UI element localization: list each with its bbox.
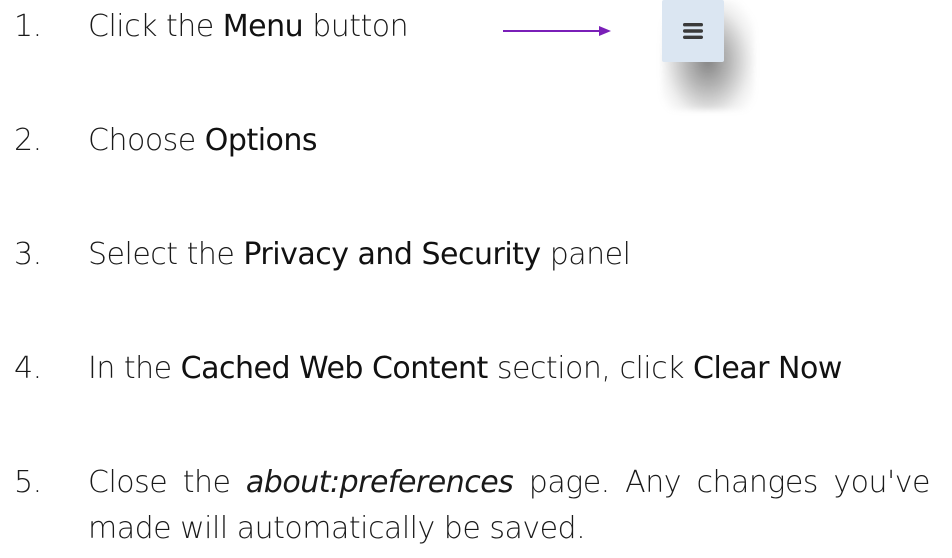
step-number: 3. xyxy=(14,237,42,272)
step-number: 4. xyxy=(14,351,42,386)
privacy-security-label: Privacy and Security xyxy=(243,237,541,272)
step-text-plain: Select the xyxy=(88,237,244,272)
step-number: 5. xyxy=(14,465,42,500)
step-text-plain: Click the xyxy=(88,9,223,44)
hamburger-menu-icon xyxy=(683,23,703,39)
clear-now-label: Clear Now xyxy=(693,351,842,386)
step-text-plain: Close the xyxy=(88,465,246,500)
step-text: Close the about:preferences page. Any ch… xyxy=(88,460,931,552)
right-arrow-icon xyxy=(503,26,611,36)
step-text: Select the Privacy and Security panel xyxy=(88,232,631,278)
step-text: Click the Menu button xyxy=(88,4,409,50)
step-text-plain: button xyxy=(303,9,409,44)
step-text: Choose Options xyxy=(88,118,318,164)
menu-button[interactable] xyxy=(662,0,724,62)
step-text-plain: section, click xyxy=(487,351,694,386)
step-text-plain: In the xyxy=(88,351,181,386)
step-text-plain: panel xyxy=(540,237,631,272)
step-text-plain: Choose xyxy=(88,123,205,158)
menu-label: Menu xyxy=(222,9,304,44)
options-label: Options xyxy=(204,123,318,158)
about-preferences-label: about:preferences xyxy=(245,465,514,500)
step-number: 1. xyxy=(14,9,42,44)
step-number: 2. xyxy=(14,123,42,158)
step-text: In the Cached Web Content section, click… xyxy=(88,346,842,392)
cached-web-content-label: Cached Web Content xyxy=(180,351,489,386)
